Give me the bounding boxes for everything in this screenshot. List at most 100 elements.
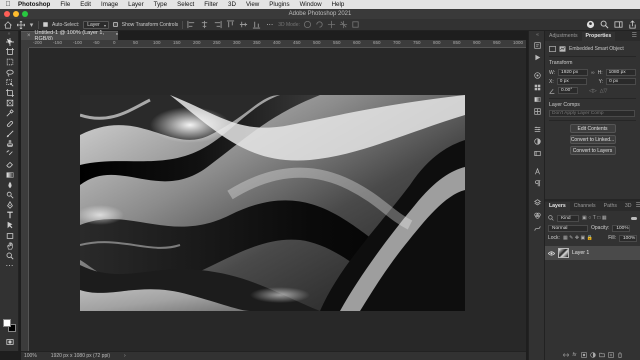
zoom-level[interactable]: 100% <box>24 353 37 359</box>
zoom-tool[interactable] <box>0 251 19 261</box>
menu-3d[interactable]: 3D <box>228 1 236 8</box>
3d-roll-icon[interactable] <box>315 20 324 29</box>
flip-vertical-icon[interactable]: △▽ <box>600 88 608 94</box>
history-panel-icon[interactable] <box>529 39 546 51</box>
blur-tool[interactable] <box>0 180 19 190</box>
align-right-icon[interactable] <box>213 20 222 29</box>
angle-field[interactable]: 0.00° <box>558 87 578 94</box>
pen-tool[interactable] <box>0 200 19 210</box>
share-button-icon[interactable] <box>628 20 637 29</box>
chevron-down-icon[interactable]: ▾ <box>29 20 34 29</box>
blend-mode-dropdown[interactable]: Normal <box>548 224 588 232</box>
lasso-tool[interactable] <box>0 68 19 78</box>
menu-view[interactable]: View <box>246 1 259 8</box>
3d-scale-icon[interactable] <box>351 20 360 29</box>
ruler-corner[interactable] <box>21 40 29 48</box>
paths-panel-icon[interactable] <box>529 222 546 234</box>
patterns-panel-icon[interactable] <box>529 105 546 117</box>
share-icon[interactable] <box>586 20 595 29</box>
menu-file[interactable]: File <box>60 1 70 8</box>
vertical-ruler[interactable] <box>21 48 29 351</box>
move-tool[interactable] <box>0 37 19 47</box>
link-layers-icon[interactable] <box>562 352 569 358</box>
convert-to-linked-button[interactable]: Convert to Linked... <box>569 135 616 144</box>
align-left-icon[interactable] <box>187 20 196 29</box>
tab-layers[interactable]: Layers <box>545 202 570 211</box>
menu-select[interactable]: Select <box>177 1 194 8</box>
dodge-tool[interactable] <box>0 190 19 200</box>
tab-adjustments[interactable]: Adjustments <box>545 32 582 41</box>
auto-select-checkbox[interactable] <box>43 22 48 27</box>
history-brush-tool[interactable] <box>0 149 19 159</box>
path-selection-tool[interactable] <box>0 220 19 230</box>
color-panel-icon[interactable] <box>529 69 546 81</box>
eyedropper-tool[interactable] <box>0 108 19 118</box>
more-options-icon[interactable]: ⋯ <box>265 20 274 29</box>
fill-field[interactable]: 100% <box>619 234 637 242</box>
trash-icon[interactable] <box>617 352 623 358</box>
opacity-field[interactable]: 100% <box>612 224 631 232</box>
layers-panel-icon[interactable] <box>529 196 546 208</box>
x-field[interactable]: 0 px <box>556 78 587 85</box>
layer-name[interactable]: Layer 1 <box>572 250 589 256</box>
workspace-icon[interactable] <box>614 20 623 29</box>
object-select-tool[interactable] <box>0 78 19 88</box>
libraries-panel-icon[interactable] <box>529 147 546 159</box>
channels-panel-icon[interactable] <box>529 209 546 221</box>
collapse-panels-icon[interactable]: « <box>529 31 546 39</box>
menu-edit[interactable]: Edit <box>80 1 91 8</box>
align-center-icon[interactable] <box>200 20 209 29</box>
group-icon[interactable] <box>598 352 605 358</box>
eraser-tool[interactable] <box>0 159 19 169</box>
filter-toggle[interactable] <box>631 216 637 220</box>
width-field[interactable]: 1920 px <box>558 69 589 76</box>
align-middle-icon[interactable] <box>239 20 248 29</box>
flip-horizontal-icon[interactable]: ◁▷ <box>589 88 597 94</box>
menu-window[interactable]: Window <box>300 1 322 8</box>
horizontal-ruler[interactable]: -200 -150 -100 -50 0 50 100 150 200 250 300 350 400 4… <box>29 40 526 48</box>
type-tool[interactable] <box>0 210 19 220</box>
convert-to-layers-button[interactable]: Convert to Layers <box>569 146 616 155</box>
status-menu-icon[interactable]: › <box>124 353 126 359</box>
swatches-panel-icon[interactable] <box>529 81 546 93</box>
adjustment-layer-icon[interactable] <box>589 352 596 358</box>
menu-type[interactable]: Type <box>154 1 167 8</box>
rectangle-tool[interactable] <box>0 231 19 241</box>
align-top-icon[interactable] <box>226 20 235 29</box>
tab-channels[interactable]: Channels <box>570 202 600 211</box>
layer-comps-dropdown[interactable]: Don't Apply Layer Comp <box>549 110 635 117</box>
show-transform-checkbox[interactable] <box>112 22 118 27</box>
filter-icons[interactable]: ▣○T□▦ <box>582 215 608 221</box>
document-tab[interactable]: × Untitled-1 @ 100% (Layer 1, RGB/8) * <box>21 30 118 42</box>
link-icon[interactable]: ∞ <box>591 70 595 76</box>
menu-app-name[interactable]: Photoshop <box>18 1 50 8</box>
menu-filter[interactable]: Filter <box>204 1 218 8</box>
gradient-tool[interactable] <box>0 169 19 179</box>
layer-row[interactable]: Layer 1 <box>545 246 640 260</box>
edit-contents-button[interactable]: Edit Contents <box>569 124 616 133</box>
filter-kind-dropdown[interactable]: Kind <box>557 214 579 222</box>
menu-help[interactable]: Help <box>332 1 345 8</box>
3d-pan-icon[interactable] <box>327 20 336 29</box>
search-icon[interactable] <box>600 20 609 29</box>
new-layer-icon[interactable] <box>607 352 614 358</box>
actions-panel-icon[interactable] <box>529 51 546 63</box>
foreground-color-swatch[interactable] <box>3 319 11 327</box>
frame-tool[interactable] <box>0 98 19 108</box>
3d-slide-icon[interactable] <box>339 20 348 29</box>
tab-properties[interactable]: Properties <box>581 32 616 41</box>
quick-mask-button[interactable] <box>0 337 19 347</box>
brush-tool[interactable] <box>0 129 19 139</box>
height-field[interactable]: 1080 px <box>605 69 636 76</box>
close-tab-icon[interactable]: × <box>27 33 31 39</box>
fx-icon[interactable]: fx <box>572 352 578 358</box>
menu-plugins[interactable]: Plugins <box>269 1 289 8</box>
healing-brush-tool[interactable] <box>0 119 19 129</box>
color-swatches[interactable] <box>3 319 17 333</box>
y-field[interactable]: 0 px <box>606 78 637 85</box>
properties-panel-icon[interactable] <box>529 123 546 135</box>
tab-3d[interactable]: 3D <box>621 202 636 211</box>
menu-layer[interactable]: Layer <box>128 1 143 8</box>
auto-select-target-dropdown[interactable]: Layer <box>83 20 109 29</box>
mask-icon[interactable] <box>580 352 587 358</box>
